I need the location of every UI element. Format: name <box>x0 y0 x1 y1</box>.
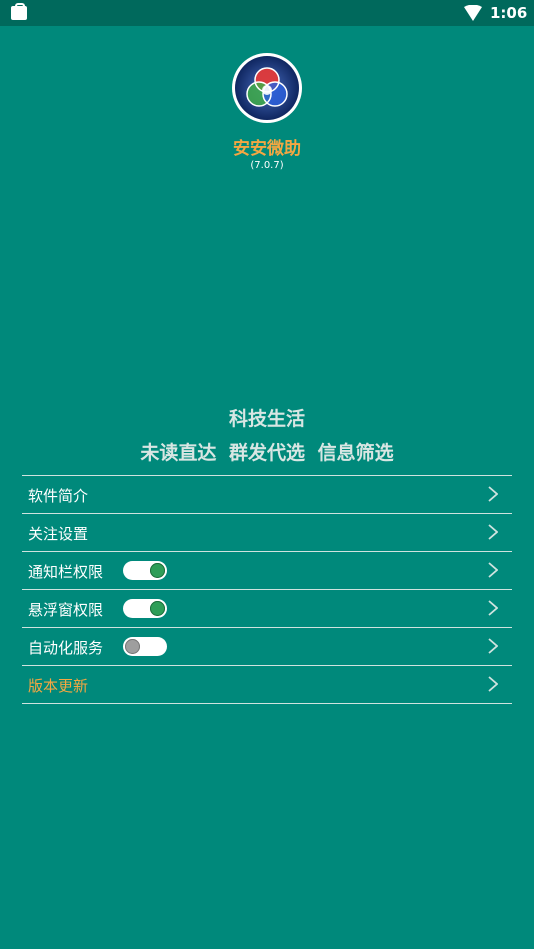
toggle-knob <box>150 601 165 616</box>
slogan-sub: 未读直达 群发代选 信息筛选 <box>140 442 394 464</box>
chevron-right-icon <box>488 676 498 692</box>
status-time: 1:06 <box>490 4 528 22</box>
menu-item-label: 软件简介 <box>28 487 89 505</box>
toggle-knob <box>150 563 165 578</box>
menu-item-label: 悬浮窗权限 <box>28 601 104 619</box>
menu-item-version-update[interactable]: 版本更新 <box>22 666 512 704</box>
menu-item-label: 自动化服务 <box>28 639 104 657</box>
chevron-right-icon <box>488 524 498 540</box>
menu-item-software-intro[interactable]: 软件简介 <box>22 476 512 514</box>
chevron-right-icon <box>488 486 498 502</box>
chevron-right-icon <box>488 638 498 654</box>
menu-item-follow-settings[interactable]: 关注设置 <box>22 514 512 552</box>
chevron-right-icon <box>488 600 498 616</box>
menu-item-floating-window-permission[interactable]: 悬浮窗权限 <box>22 590 512 628</box>
menu-item-label: 版本更新 <box>28 677 89 695</box>
menu-item-label: 关注设置 <box>28 525 89 543</box>
app-name: 安安微助 <box>233 139 301 159</box>
app-version: (7.0.7) <box>250 160 284 171</box>
automation-service-toggle[interactable] <box>123 637 167 656</box>
wifi-icon <box>464 5 482 21</box>
menu-item-notification-permission[interactable]: 通知栏权限 <box>22 552 512 590</box>
menu-list: 软件简介 关注设置 通知栏权限 悬浮窗权限 自动化服务 版本更新 <box>22 475 512 704</box>
menu-item-automation-service[interactable]: 自动化服务 <box>22 628 512 666</box>
notification-permission-toggle[interactable] <box>123 561 167 580</box>
app-logo-icon <box>232 53 302 123</box>
chevron-right-icon <box>488 562 498 578</box>
menu-item-label: 通知栏权限 <box>28 563 104 581</box>
toggle-knob <box>125 639 140 654</box>
status-bar: 1:06 <box>0 0 534 26</box>
floating-window-permission-toggle[interactable] <box>123 599 167 618</box>
shopping-bag-icon <box>11 3 27 20</box>
slogan-main: 科技生活 <box>228 408 305 430</box>
